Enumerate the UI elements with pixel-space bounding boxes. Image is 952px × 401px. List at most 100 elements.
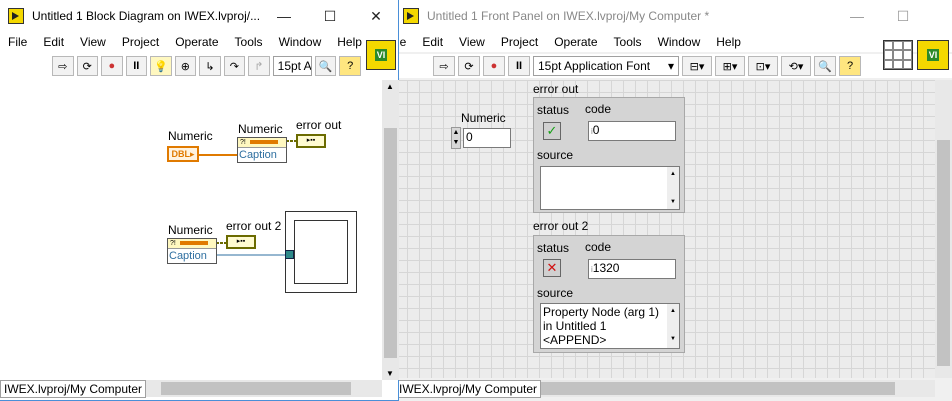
vi-icon[interactable]: VI bbox=[917, 40, 949, 70]
block-diagram-title: Untitled 1 Block Diagram on IWEX.lvproj/… bbox=[32, 9, 261, 23]
scroll-down-icon[interactable]: ▼ bbox=[386, 369, 394, 378]
highlight-execution-icon[interactable]: 💡 bbox=[150, 56, 172, 76]
help-icon[interactable]: ? bbox=[839, 56, 861, 76]
minimize-button[interactable]: — bbox=[835, 0, 879, 32]
reorder-icon[interactable]: ⟲▾ bbox=[781, 56, 811, 76]
front-panel-project-status: IWEX.lvproj/My Computer bbox=[395, 380, 542, 398]
menu-project[interactable]: Project bbox=[114, 35, 167, 49]
error-out-2-source-text[interactable]: Property Node (arg 1) in Untitled 1 <APP… bbox=[540, 303, 680, 349]
pause-icon[interactable]: II bbox=[125, 56, 148, 76]
error-out-2-label: error out 2 bbox=[533, 219, 589, 233]
source-line-3: <APPEND> bbox=[543, 333, 607, 347]
error-out-code-value: 0 bbox=[592, 123, 600, 137]
numeric-control-label: Numeric bbox=[461, 111, 506, 125]
front-panel-window: Untitled 1 Front Panel on IWEX.lvproj/My… bbox=[395, 0, 952, 401]
property-node-1[interactable]: ?! Caption bbox=[237, 137, 287, 163]
menu-project[interactable]: Project bbox=[493, 35, 546, 49]
numeric-increment-decrement[interactable]: ▲ ▼ bbox=[451, 127, 461, 149]
abort-icon[interactable]: ● bbox=[101, 56, 123, 76]
front-panel-title: Untitled 1 Front Panel on IWEX.lvproj/My… bbox=[427, 9, 710, 23]
source-scrollbar[interactable]: ▲ ▼ bbox=[667, 304, 679, 348]
status-error-x-icon[interactable]: ✕ bbox=[543, 259, 561, 277]
block-diagram-titlebar[interactable]: Untitled 1 Block Diagram on IWEX.lvproj/… bbox=[0, 0, 398, 32]
font-selector[interactable]: 15pt Ap bbox=[272, 56, 312, 76]
dbl-type-label: DBL bbox=[171, 149, 190, 159]
minimize-button[interactable]: — bbox=[262, 0, 306, 32]
front-panel-canvas[interactable]: Numeric ▲ ▼ 0 error out status code ✓ i0 … bbox=[395, 80, 935, 378]
front-panel-vertical-scrollbar[interactable] bbox=[935, 80, 952, 378]
maximize-button[interactable]: ☐ bbox=[308, 0, 352, 32]
menu-window[interactable]: Window bbox=[650, 35, 709, 49]
numeric-dbl-terminal[interactable]: DBL ▸ bbox=[167, 146, 199, 162]
error-out-cluster: status code ✓ i0 source ▲ ▼ bbox=[533, 97, 685, 213]
menu-window[interactable]: Window bbox=[271, 35, 330, 49]
menu-tools[interactable]: Tools bbox=[606, 35, 650, 49]
sequence-tunnel[interactable] bbox=[285, 250, 294, 259]
menu-help[interactable]: Help bbox=[708, 35, 749, 49]
error-out-label: error out bbox=[533, 82, 579, 96]
step-into-icon[interactable]: ↳ bbox=[199, 56, 221, 76]
error-out-2-code-field[interactable]: i1320 bbox=[588, 259, 676, 279]
flat-sequence-structure[interactable] bbox=[285, 211, 357, 293]
property-node-2-property: Caption bbox=[169, 250, 207, 262]
run-arrow-icon[interactable]: ⇨ bbox=[52, 56, 74, 76]
sequence-frame[interactable] bbox=[294, 220, 348, 284]
run-continuously-icon[interactable]: ⟳ bbox=[76, 56, 99, 76]
maximize-button[interactable]: ☐ bbox=[881, 0, 925, 32]
error-out-2-code-label: code bbox=[585, 240, 612, 254]
scrollbar-thumb[interactable] bbox=[161, 382, 351, 395]
block-diagram-horizontal-scrollbar[interactable] bbox=[145, 380, 382, 397]
error-out-indicator-terminal[interactable]: ▸▪▪ bbox=[296, 134, 326, 148]
front-panel-toolbar: ⇨ ⟳ ● II 15pt Application Font ▾ ⊟▾ ⊞▾ ⊡▾… bbox=[395, 54, 952, 78]
align-objects-icon[interactable]: ⊟▾ bbox=[682, 56, 712, 76]
source-scrollbar[interactable]: ▲ ▼ bbox=[667, 167, 679, 209]
property-node-2[interactable]: ?! Caption bbox=[167, 238, 217, 264]
menu-edit[interactable]: Edit bbox=[35, 35, 72, 49]
menu-file[interactable]: File bbox=[0, 35, 35, 49]
menu-edit[interactable]: Edit bbox=[414, 35, 451, 49]
scrollbar-thumb[interactable] bbox=[535, 382, 895, 395]
retain-wire-values-icon[interactable]: ⊕ bbox=[174, 56, 197, 76]
step-over-icon[interactable]: ↷ bbox=[223, 56, 246, 76]
numeric-control-input[interactable]: 0 bbox=[463, 128, 511, 148]
abort-icon[interactable]: ● bbox=[483, 56, 505, 76]
menu-help[interactable]: Help bbox=[329, 35, 370, 49]
block-diagram-toolbar: ⇨ ⟳ ● II 💡 ⊕ ↳ ↷ ↱ 15pt Ap 🔍 ? bbox=[0, 54, 364, 78]
block-diagram-canvas[interactable]: Numeric DBL ▸ Numeric ?! Caption error ou… bbox=[0, 80, 382, 378]
pause-icon[interactable]: II bbox=[508, 56, 530, 76]
front-panel-titlebar[interactable]: Untitled 1 Front Panel on IWEX.lvproj/My… bbox=[395, 0, 952, 32]
error-out-2-indicator-terminal[interactable]: ▸▪▪ bbox=[226, 235, 256, 249]
error-out-code-field[interactable]: i0 bbox=[588, 121, 676, 141]
scrollbar-thumb[interactable] bbox=[384, 128, 397, 358]
error-out-indicator-label: error out bbox=[296, 118, 342, 132]
run-continuously-icon[interactable]: ⟳ bbox=[458, 56, 480, 76]
step-out-icon[interactable]: ↱ bbox=[248, 56, 270, 76]
front-panel-horizontal-scrollbar[interactable] bbox=[525, 380, 935, 397]
chevron-down-icon: ▾ bbox=[667, 59, 674, 73]
status-ok-check-icon[interactable]: ✓ bbox=[543, 122, 561, 140]
block-diagram-vertical-scrollbar[interactable]: ▲ ▼ bbox=[382, 80, 399, 380]
menu-operate[interactable]: Operate bbox=[546, 35, 605, 49]
menu-view[interactable]: View bbox=[72, 35, 114, 49]
help-icon[interactable]: ? bbox=[339, 56, 361, 76]
vi-icon[interactable]: VI bbox=[366, 40, 396, 70]
menu-view[interactable]: View bbox=[451, 35, 493, 49]
scrollbar-thumb[interactable] bbox=[937, 140, 950, 366]
search-icon[interactable]: 🔍 bbox=[814, 56, 836, 76]
menu-operate[interactable]: Operate bbox=[167, 35, 226, 49]
error-out-source-text[interactable]: ▲ ▼ bbox=[540, 166, 680, 210]
error-out-source-label: source bbox=[537, 148, 574, 162]
error-out-2-source-label: source bbox=[537, 286, 574, 300]
resize-objects-icon[interactable]: ⊡▾ bbox=[748, 56, 778, 76]
run-arrow-icon[interactable]: ⇨ bbox=[433, 56, 455, 76]
close-button[interactable]: ✕ bbox=[354, 0, 398, 32]
block-diagram-window: Untitled 1 Block Diagram on IWEX.lvproj/… bbox=[0, 0, 399, 401]
scroll-up-icon[interactable]: ▲ bbox=[386, 82, 394, 91]
search-icon[interactable]: 🔍 bbox=[314, 56, 337, 76]
error-out-2-status-label: status bbox=[537, 241, 570, 255]
font-selector[interactable]: 15pt Application Font ▾ bbox=[533, 56, 679, 76]
distribute-objects-icon[interactable]: ⊞▾ bbox=[715, 56, 745, 76]
connector-pane-icon[interactable] bbox=[883, 40, 913, 70]
menu-tools[interactable]: Tools bbox=[227, 35, 271, 49]
error-out-code-label: code bbox=[585, 102, 612, 116]
